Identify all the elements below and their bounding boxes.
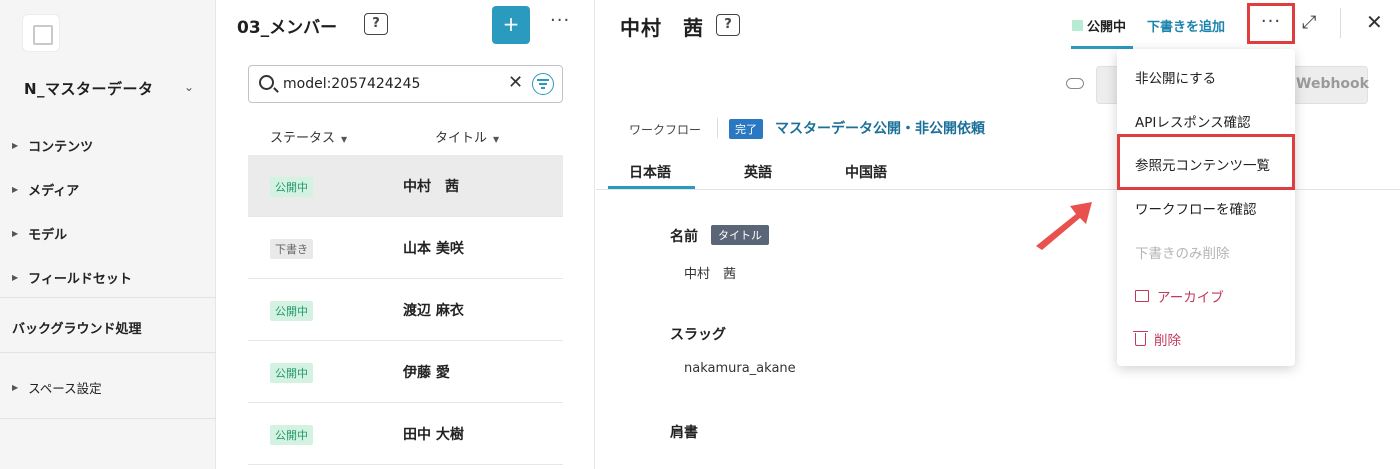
workflow-label: ワークフロー — [629, 123, 702, 137]
search-box: ✕ — [248, 65, 563, 103]
list-more-button[interactable]: ··· — [550, 10, 570, 31]
divider — [1340, 8, 1341, 38]
chevron-down-icon[interactable]: ⌄ — [184, 80, 194, 94]
sidebar-item-label: メディア — [28, 184, 80, 199]
sidebar-item-contents[interactable]: ▶ コンテンツ — [12, 136, 93, 155]
archive-icon — [1135, 290, 1149, 302]
workflow-name-link[interactable]: マスターデータ公開・非公開依頼 — [775, 118, 985, 138]
help-icon[interactable]: ? — [716, 14, 740, 36]
caret-right-icon: ▶ — [12, 229, 19, 238]
column-header-status[interactable]: ステータス ▼ — [270, 127, 347, 146]
row-title: 伊藤 愛 — [403, 365, 450, 381]
caret-right-icon: ▶ — [12, 383, 19, 392]
status-tab-published[interactable]: 公開中 — [1072, 16, 1126, 35]
field-label-position: 肩書 — [670, 425, 698, 441]
caret-down-icon: ▼ — [493, 135, 500, 144]
field-label-slug: スラッグ — [670, 327, 726, 343]
sidebar-item-media[interactable]: ▶ メディア — [12, 180, 79, 199]
tab-chinese[interactable]: 中国語 — [845, 162, 887, 182]
help-icon[interactable]: ? — [364, 13, 388, 35]
menu-item-archive[interactable]: アーカイブ — [1135, 286, 1224, 306]
status-badge: 公開中 — [270, 363, 313, 383]
sidebar-item-model[interactable]: ▶ モデル — [12, 224, 67, 243]
menu-item-check-workflow[interactable]: ワークフローを確認 — [1135, 198, 1257, 218]
sidebar: N_マスターデータ ⌄ ▶ コンテンツ ▶ メディア ▶ モデル ▶ フィールド… — [0, 0, 216, 469]
row-title: 渡辺 麻衣 — [403, 303, 464, 319]
caret-right-icon: ▶ — [12, 185, 19, 194]
sidebar-item-label: フィールドセット — [28, 272, 132, 287]
caret-right-icon: ▶ — [12, 273, 19, 282]
menu-item-referencing-contents[interactable]: 参照元コンテンツ一覧 — [1135, 154, 1270, 174]
add-draft-link[interactable]: 下書きを追加 — [1147, 16, 1225, 35]
title-tag: タイトル — [711, 225, 769, 245]
more-actions-button[interactable]: ··· — [1247, 3, 1295, 44]
divider — [0, 418, 216, 419]
divider — [0, 352, 216, 353]
status-badge: 公開中 — [270, 425, 313, 445]
more-actions-menu: 非公開にする APIレスポンス確認 参照元コンテンツ一覧 ワークフローを確認 下… — [1117, 49, 1295, 366]
status-dot-icon — [1072, 20, 1083, 31]
annotation-arrow-icon — [1036, 202, 1092, 250]
detail-title: 中村 茜 — [620, 16, 704, 40]
sidebar-item-space-settings[interactable]: ▶ スペース設定 — [12, 378, 102, 397]
row-title: 山本 美咲 — [403, 241, 464, 257]
webhook-label: Webhook — [1296, 76, 1369, 92]
table-row[interactable]: 公開中 渡辺 麻衣 — [248, 279, 563, 341]
tab-english[interactable]: 英語 — [744, 162, 772, 182]
menu-item-unpublish[interactable]: 非公開にする — [1135, 67, 1216, 87]
table-row[interactable]: 公開中 伊藤 愛 — [248, 341, 563, 403]
cloud-icon — [1066, 78, 1084, 89]
service-logo[interactable] — [22, 14, 60, 52]
table-row[interactable]: 下書き 山本 美咲 — [248, 217, 563, 279]
trash-icon — [1133, 330, 1148, 346]
field-value-slug: nakamura_akane — [684, 361, 796, 376]
service-name[interactable]: N_マスターデータ — [24, 78, 154, 99]
expand-icon[interactable]: ⤢ — [1302, 12, 1316, 33]
sidebar-item-label: コンテンツ — [28, 140, 94, 155]
search-icon — [259, 75, 274, 90]
sidebar-item-fieldset[interactable]: ▶ フィールドセット — [12, 268, 132, 287]
divider — [717, 118, 718, 138]
content-list-panel: 03_メンバー ? + ··· ✕ ステータス▼ タイトル▼ 公開中 中村 茜 … — [217, 0, 595, 469]
menu-item-delete[interactable]: 削除 — [1133, 329, 1181, 349]
filter-icon[interactable] — [532, 73, 554, 95]
status-badge: 公開中 — [270, 301, 313, 321]
field-label-name: 名前 — [670, 229, 698, 245]
status-badge: 公開中 — [270, 177, 313, 197]
divider — [0, 297, 216, 298]
sidebar-item-label: モデル — [28, 228, 68, 243]
sidebar-item-label: スペース設定 — [28, 381, 102, 396]
tab-japanese[interactable]: 日本語 — [629, 162, 671, 182]
close-icon[interactable]: ✕ — [1366, 10, 1383, 34]
add-content-button[interactable]: + — [492, 6, 530, 44]
caret-right-icon: ▶ — [12, 141, 19, 150]
row-title: 中村 茜 — [403, 179, 459, 195]
menu-item-delete-draft[interactable]: 下書きのみ削除 — [1135, 242, 1230, 262]
status-badge: 下書き — [270, 239, 313, 259]
row-title: 田中 大樹 — [403, 427, 464, 443]
column-header-title[interactable]: タイトル ▼ — [435, 127, 499, 146]
table-row[interactable]: 公開中 田中 大樹 — [248, 403, 563, 465]
menu-item-api-response[interactable]: APIレスポンス確認 — [1135, 111, 1251, 131]
search-input[interactable] — [283, 76, 503, 92]
caret-down-icon: ▼ — [341, 135, 348, 144]
workflow-status-badge: 完了 — [729, 119, 763, 139]
clear-icon[interactable]: ✕ — [508, 72, 523, 93]
field-value-name: 中村 茜 — [684, 267, 737, 282]
sidebar-item-label: バックグラウンド処理 — [12, 322, 142, 337]
table-row[interactable]: 公開中 中村 茜 — [248, 155, 563, 217]
list-title: 03_メンバー — [237, 18, 338, 38]
sidebar-item-background[interactable]: バックグラウンド処理 — [12, 318, 141, 337]
